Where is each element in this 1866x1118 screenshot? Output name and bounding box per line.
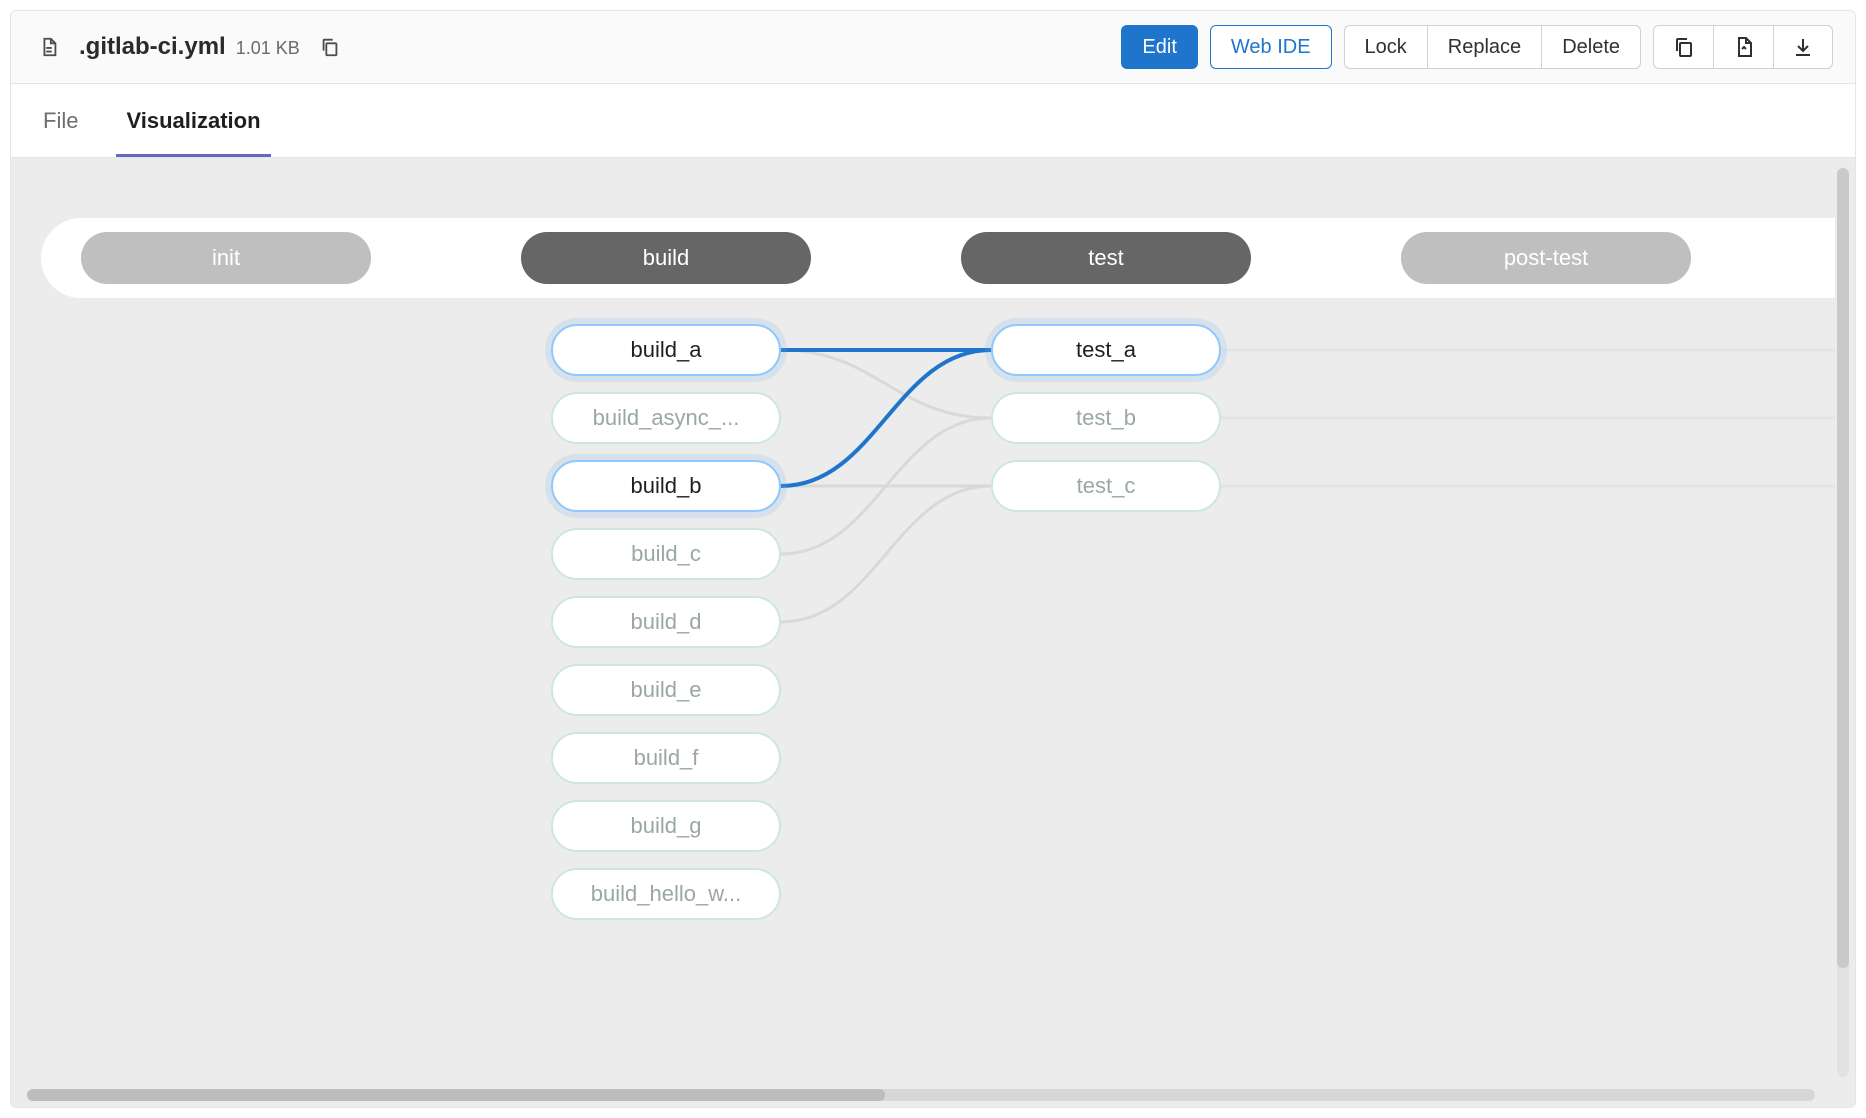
file-action-group: Lock Replace Delete xyxy=(1344,25,1641,69)
file-header-left: .gitlab-ci.yml 1.01 KB xyxy=(33,31,346,63)
stage-pill-build[interactable]: build xyxy=(521,232,811,284)
tab-file[interactable]: File xyxy=(33,86,88,157)
job-pill[interactable]: test_c xyxy=(991,460,1221,512)
file-name: .gitlab-ci.yml xyxy=(79,33,226,61)
stage-col-post-test xyxy=(1401,324,1691,920)
job-pill[interactable]: build_c xyxy=(551,528,781,580)
scrollbar-vertical[interactable] xyxy=(1837,168,1849,1077)
copy-contents-button[interactable] xyxy=(1653,25,1713,69)
lock-button[interactable]: Lock xyxy=(1344,25,1427,69)
job-pill[interactable]: build_async_... xyxy=(551,392,781,444)
file-header: .gitlab-ci.yml 1.01 KB Edit Web IDE Lock… xyxy=(11,11,1855,84)
job-pill[interactable]: build_f xyxy=(551,732,781,784)
job-pill[interactable]: build_hello_w... xyxy=(551,868,781,920)
job-pill[interactable]: build_e xyxy=(551,664,781,716)
file-icon-action-group xyxy=(1653,25,1833,69)
document-icon xyxy=(33,31,65,63)
job-pill[interactable]: build_a xyxy=(551,324,781,376)
tab-visualization[interactable]: Visualization xyxy=(116,86,270,157)
file-title: .gitlab-ci.yml 1.01 KB xyxy=(79,33,300,61)
file-header-right: Edit Web IDE Lock Replace Delete xyxy=(1121,25,1833,69)
job-pill[interactable]: test_a xyxy=(991,324,1221,376)
download-button[interactable] xyxy=(1773,25,1833,69)
stage-col-build: build_a build_async_... build_b build_c … xyxy=(521,324,811,920)
file-tabs: File Visualization xyxy=(11,84,1855,158)
stage-pill-test[interactable]: test xyxy=(961,232,1251,284)
pipeline-visualization: init build test post-test build_a build_… xyxy=(11,158,1855,1107)
jobs-area: build_a build_async_... build_b build_c … xyxy=(41,324,1835,920)
pipeline-content: init build test post-test build_a build_… xyxy=(11,158,1835,980)
scrollbar-horizontal[interactable] xyxy=(27,1089,1815,1101)
replace-button[interactable]: Replace xyxy=(1427,25,1541,69)
delete-button[interactable]: Delete xyxy=(1541,25,1641,69)
web-ide-button[interactable]: Web IDE xyxy=(1210,25,1332,69)
file-size: 1.01 KB xyxy=(236,38,300,59)
stage-header-row: init build test post-test xyxy=(41,218,1835,298)
stage-col-init xyxy=(81,324,371,920)
pipeline-scroll[interactable]: init build test post-test build_a build_… xyxy=(11,158,1835,1091)
stage-pill-init[interactable]: init xyxy=(81,232,371,284)
job-pill[interactable]: build_b xyxy=(551,460,781,512)
file-panel: .gitlab-ci.yml 1.01 KB Edit Web IDE Lock… xyxy=(10,10,1856,1108)
job-pill[interactable]: build_g xyxy=(551,800,781,852)
open-raw-button[interactable] xyxy=(1713,25,1773,69)
edit-button[interactable]: Edit xyxy=(1121,25,1197,69)
copy-file-path-button[interactable] xyxy=(314,31,346,63)
stage-col-test: test_a test_b test_c xyxy=(961,324,1251,920)
job-pill[interactable]: test_b xyxy=(991,392,1221,444)
job-pill[interactable]: build_d xyxy=(551,596,781,648)
stage-pill-post-test[interactable]: post-test xyxy=(1401,232,1691,284)
